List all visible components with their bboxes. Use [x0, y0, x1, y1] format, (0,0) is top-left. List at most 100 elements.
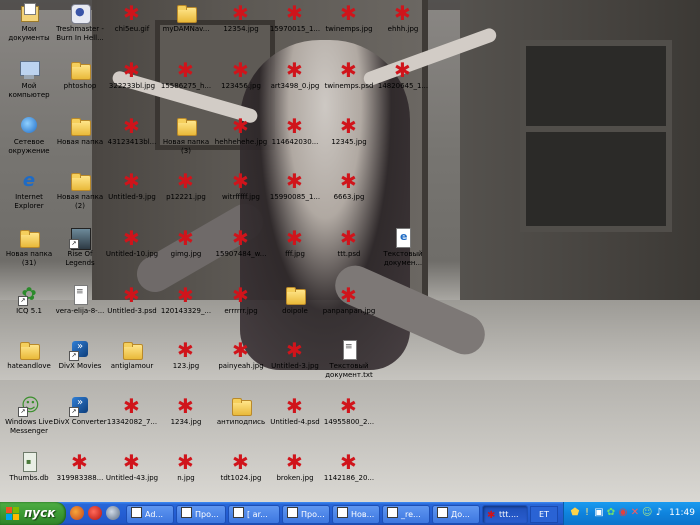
- desktop-icon[interactable]: 114642030...: [266, 113, 324, 165]
- desktop-icon[interactable]: tdt1024.jpg: [212, 449, 270, 501]
- desktop-icon[interactable]: Мой компьютер: [0, 57, 58, 109]
- desktop-icon[interactable]: антиподпись: [212, 393, 270, 445]
- desktop-icon[interactable]: ↗ICQ 5.1: [0, 282, 58, 334]
- taskbar-window-button[interactable]: До...: [432, 505, 480, 524]
- desktop-icon[interactable]: Internet Explorer: [0, 168, 58, 220]
- firefox-icon[interactable]: [70, 506, 84, 520]
- shield-icon[interactable]: ⬟: [570, 507, 580, 519]
- taskbar-window-button[interactable]: ✱ ttt....: [482, 505, 528, 524]
- desktop-icon[interactable]: errrrrr.jpg: [212, 282, 270, 334]
- desktop-icon[interactable]: vera-elija-8-...: [51, 282, 109, 334]
- desktop-icon[interactable]: Текстовый документ.txt: [320, 337, 378, 389]
- desktop-icon[interactable]: 15990085_1...: [266, 168, 324, 220]
- desktop-icon[interactable]: n.jpg: [157, 449, 215, 501]
- desktop-icon[interactable]: Untitled-3.jpg: [266, 337, 324, 389]
- desktop-icon[interactable]: art3498_0.jpg: [266, 57, 324, 109]
- desktop-icon[interactable]: 319983388...: [51, 449, 109, 501]
- desktop-icon[interactable]: myDAMNav...: [157, 0, 215, 52]
- clock[interactable]: 11:49: [669, 502, 695, 525]
- taskbar-button-label: До...: [451, 510, 470, 519]
- desktop-icon[interactable]: Новая папка (3): [157, 113, 215, 165]
- desktop-icon[interactable]: gimg.jpg: [157, 225, 215, 277]
- media-icon[interactable]: [106, 506, 120, 520]
- desktop-icon[interactable]: ehhh.jpg: [374, 0, 432, 52]
- desktop-icon[interactable]: hehhehehe.jpg: [212, 113, 270, 165]
- desktop-icon[interactable]: 13342082_7...: [103, 393, 161, 445]
- desktop-icon[interactable]: 1142186_20...: [320, 449, 378, 501]
- antivirus-icon[interactable]: ◉: [618, 507, 628, 519]
- taskbar-window-button[interactable]: Про...: [282, 505, 330, 524]
- network-icon[interactable]: ▣: [594, 507, 604, 519]
- desktop-icon[interactable]: 43123413bl...: [103, 113, 161, 165]
- desktop-icon[interactable]: 123.jpg: [157, 337, 215, 389]
- desktop-icon[interactable]: 15907484_w...: [212, 225, 270, 277]
- desktop-icon-label: broken.jpg: [276, 474, 314, 482]
- desktop-icon-label: Мои документы: [8, 25, 50, 42]
- chat-icon[interactable]: ☺: [642, 507, 652, 519]
- window-icon: [181, 507, 192, 518]
- desktop-icon[interactable]: 6663.jpg: [320, 168, 378, 220]
- desktop-icon[interactable]: ttt.psd: [320, 225, 378, 277]
- desktop-icon[interactable]: Treshmaster - Burn In Hell...: [51, 0, 109, 52]
- taskbar-window-button[interactable]: Про...: [176, 505, 226, 524]
- taskbar-window-button[interactable]: Ad...: [126, 505, 174, 524]
- image-file-icon: [283, 451, 307, 473]
- desktop-icon[interactable]: ↗DivX Converter: [51, 393, 109, 445]
- desktop-icon[interactable]: Untitled-4.psd: [266, 393, 324, 445]
- desktop-icon[interactable]: 15586275_h...: [157, 57, 215, 109]
- desktop-icon[interactable]: Мои документы: [0, 0, 58, 52]
- desktop-icon[interactable]: broken.jpg: [266, 449, 324, 501]
- icq-icon[interactable]: ✿: [606, 507, 616, 519]
- desktop-icon[interactable]: doipolе: [266, 282, 324, 334]
- desktop-icon[interactable]: twinemps.psd: [320, 57, 378, 109]
- desktop-icon[interactable]: 120143329_...: [157, 282, 215, 334]
- desktop-icon[interactable]: ↗DivX Movies: [51, 337, 109, 389]
- desktop-icon[interactable]: 14955800_2...: [320, 393, 378, 445]
- start-label: пуск: [24, 506, 56, 520]
- desktop-icon[interactable]: 322233bl.jpg: [103, 57, 161, 109]
- desktop-icon[interactable]: painyeah.jpg: [212, 337, 270, 389]
- desktop-icon[interactable]: p12221.jpg: [157, 168, 215, 220]
- cross-icon[interactable]: ✕: [630, 507, 640, 519]
- desktop-icon[interactable]: fff.jpg: [266, 225, 324, 277]
- taskbar-window-button[interactable]: _re...: [382, 505, 430, 524]
- desktop-icon[interactable]: Новая папка (31): [0, 225, 58, 277]
- desktop-icon[interactable]: Новая папка: [51, 113, 109, 165]
- desktop-icon[interactable]: ↗Windows Live Messenger: [0, 393, 58, 445]
- desktop-icon[interactable]: hateandlove: [0, 337, 58, 389]
- desktop-icon[interactable]: 14820645_1...: [374, 57, 432, 109]
- desktop-icon[interactable]: phtoshop: [51, 57, 109, 109]
- start-button[interactable]: пуск: [0, 502, 66, 525]
- alert-icon[interactable]: !: [582, 507, 592, 519]
- desktop-icon[interactable]: 1234.jpg: [157, 393, 215, 445]
- taskbar-window-button[interactable]: [ ar...: [228, 505, 280, 524]
- desktop-icon[interactable]: Текстовый докумен...: [374, 225, 432, 277]
- speaker-icon[interactable]: ♪: [654, 507, 664, 519]
- desktop-icon[interactable]: Untitled-10.jpg: [103, 225, 161, 277]
- desktop-icon[interactable]: 12345.jpg: [320, 113, 378, 165]
- image-file-icon: [120, 2, 144, 24]
- desktop-icon[interactable]: Untitled-9.jpg: [103, 168, 161, 220]
- desktop-icon[interactable]: 123456.jpg: [212, 57, 270, 109]
- folder-icon: [68, 115, 92, 137]
- desktop-icon-label: 123456.jpg: [221, 82, 261, 90]
- desktop-icon[interactable]: Сетевое окружение: [0, 113, 58, 165]
- desktop-icon-label: DivX Movies: [58, 362, 102, 370]
- desktop-icon[interactable]: 15970015_1...: [266, 0, 324, 52]
- desktop-icon[interactable]: Thumbs.db: [0, 449, 58, 501]
- desktop-icon[interactable]: 12354.jpg: [212, 0, 270, 52]
- desktop-icon[interactable]: Новая папка (2): [51, 168, 109, 220]
- desktop-icon[interactable]: twinemps.jpg: [320, 0, 378, 52]
- desktop-icon[interactable]: witrfffff.jpg: [212, 168, 270, 220]
- taskbar-window-button[interactable]: Нов...: [332, 505, 380, 524]
- language-indicator[interactable]: ET: [530, 506, 558, 523]
- desktop-icon[interactable]: antiglamour: [103, 337, 161, 389]
- desktop-icon[interactable]: Untitled-43.jpg: [103, 449, 161, 501]
- desktop-icon[interactable]: ↗ Rise Of Legends: [51, 225, 109, 277]
- desktop-icon[interactable]: chi5eu.gif: [103, 0, 161, 52]
- opera-icon[interactable]: [88, 506, 102, 520]
- desktop-icon[interactable]: panpanpan.jpg: [320, 282, 378, 334]
- window-icon: [287, 507, 298, 518]
- desktop-icon[interactable]: Untitled-3.psd: [103, 282, 161, 334]
- media-file-icon: [68, 2, 92, 24]
